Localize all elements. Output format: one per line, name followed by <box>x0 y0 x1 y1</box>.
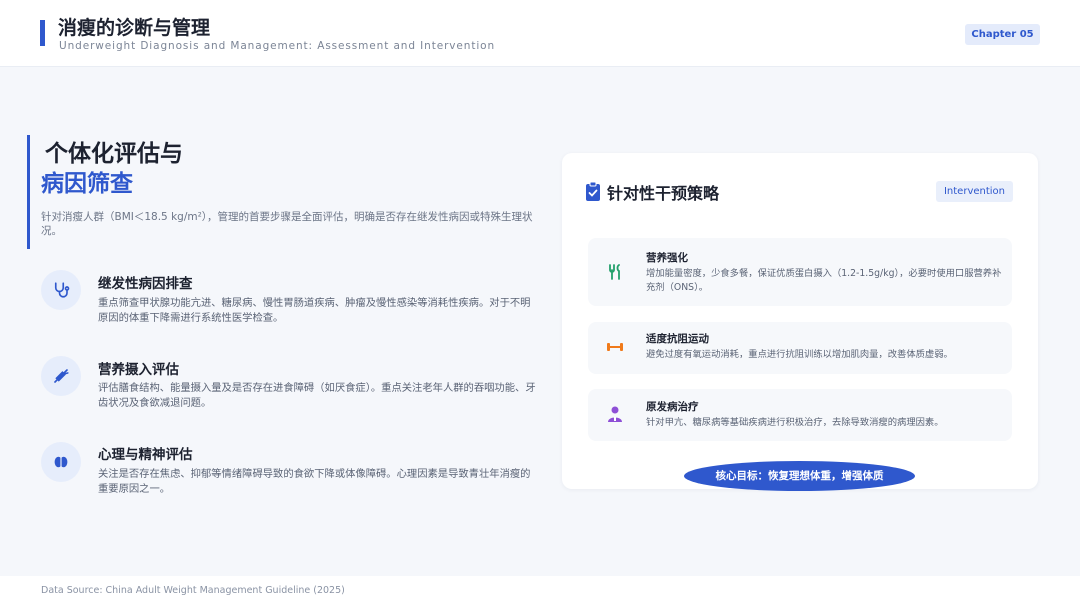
page-header: 消瘦的诊断与管理 Underweight Diagnosis and Manag… <box>0 0 1080 67</box>
section-accent-bar <box>27 135 30 249</box>
eval-item-desc: 重点筛查甲状腺功能亢进、糖尿病、慢性胃肠道疾病、肿瘤及慢性感染等消耗性疾病。对于… <box>98 297 531 324</box>
data-source: Data Source: China Adult Weight Manageme… <box>41 585 345 596</box>
section-title-line2: 病因筛查 <box>41 171 133 197</box>
strategy-desc: 避免过度有氧运动消耗，重点进行抗阻训练以增加肌肉量，改善体质虚弱。 <box>646 349 953 360</box>
eval-item-title: 营养摄入评估 <box>98 362 179 378</box>
strategy-item <box>588 389 1012 441</box>
strategy-desc: 针对甲亢、糖尿病等基础疾病进行积极治疗，去除导致消瘦的病理因素。 <box>646 417 944 428</box>
strategy-title: 适度抗阻运动 <box>646 333 709 345</box>
section-intro: 针对消瘦人群（BMI＜18.5 kg/m²），管理的首要步骤是全面评估，明确是否… <box>41 211 533 237</box>
header-accent-bar <box>40 20 45 46</box>
carrot-icon <box>41 356 81 396</box>
dumbbell-icon <box>605 337 625 357</box>
page-subtitle: Underweight Diagnosis and Management: As… <box>59 40 496 52</box>
stethoscope-icon <box>41 270 81 310</box>
eval-item-title: 继发性病因排查 <box>98 276 193 292</box>
eval-item-title: 心理与精神评估 <box>98 447 193 463</box>
eval-item-desc: 评估膳食结构、能量摄入量及是否存在进食障碍（如厌食症）。重点关注老年人群的吞咽功… <box>98 382 536 409</box>
page-title: 消瘦的诊断与管理 <box>58 17 211 39</box>
page-footer: Data Source: China Adult Weight Manageme… <box>0 576 1080 608</box>
clipboard-check-icon <box>586 181 600 205</box>
strategy-title: 原发病治疗 <box>646 401 699 413</box>
utensils-icon <box>605 262 625 282</box>
core-goal-pill: 核心目标：恢复理想体重，增强体质 <box>684 461 915 491</box>
card-title: 针对性干预策略 <box>607 184 720 203</box>
doctor-icon <box>605 404 625 424</box>
eval-item-desc: 关注是否存在焦虑、抑郁等情绪障碍导致的食欲下降或体像障碍。心理因素是导致青壮年消… <box>98 468 531 495</box>
strategy-title: 营养强化 <box>646 252 688 264</box>
brain-icon <box>41 442 81 482</box>
chapter-badge: Chapter 05 <box>965 24 1040 45</box>
strategy-desc: 增加能量密度，少食多餐，保证优质蛋白摄入（1.2-1.5g/kg），必要时使用口… <box>646 268 1002 293</box>
section-title-line1: 个体化评估与 <box>45 141 183 167</box>
card-tag: Intervention <box>936 181 1013 202</box>
